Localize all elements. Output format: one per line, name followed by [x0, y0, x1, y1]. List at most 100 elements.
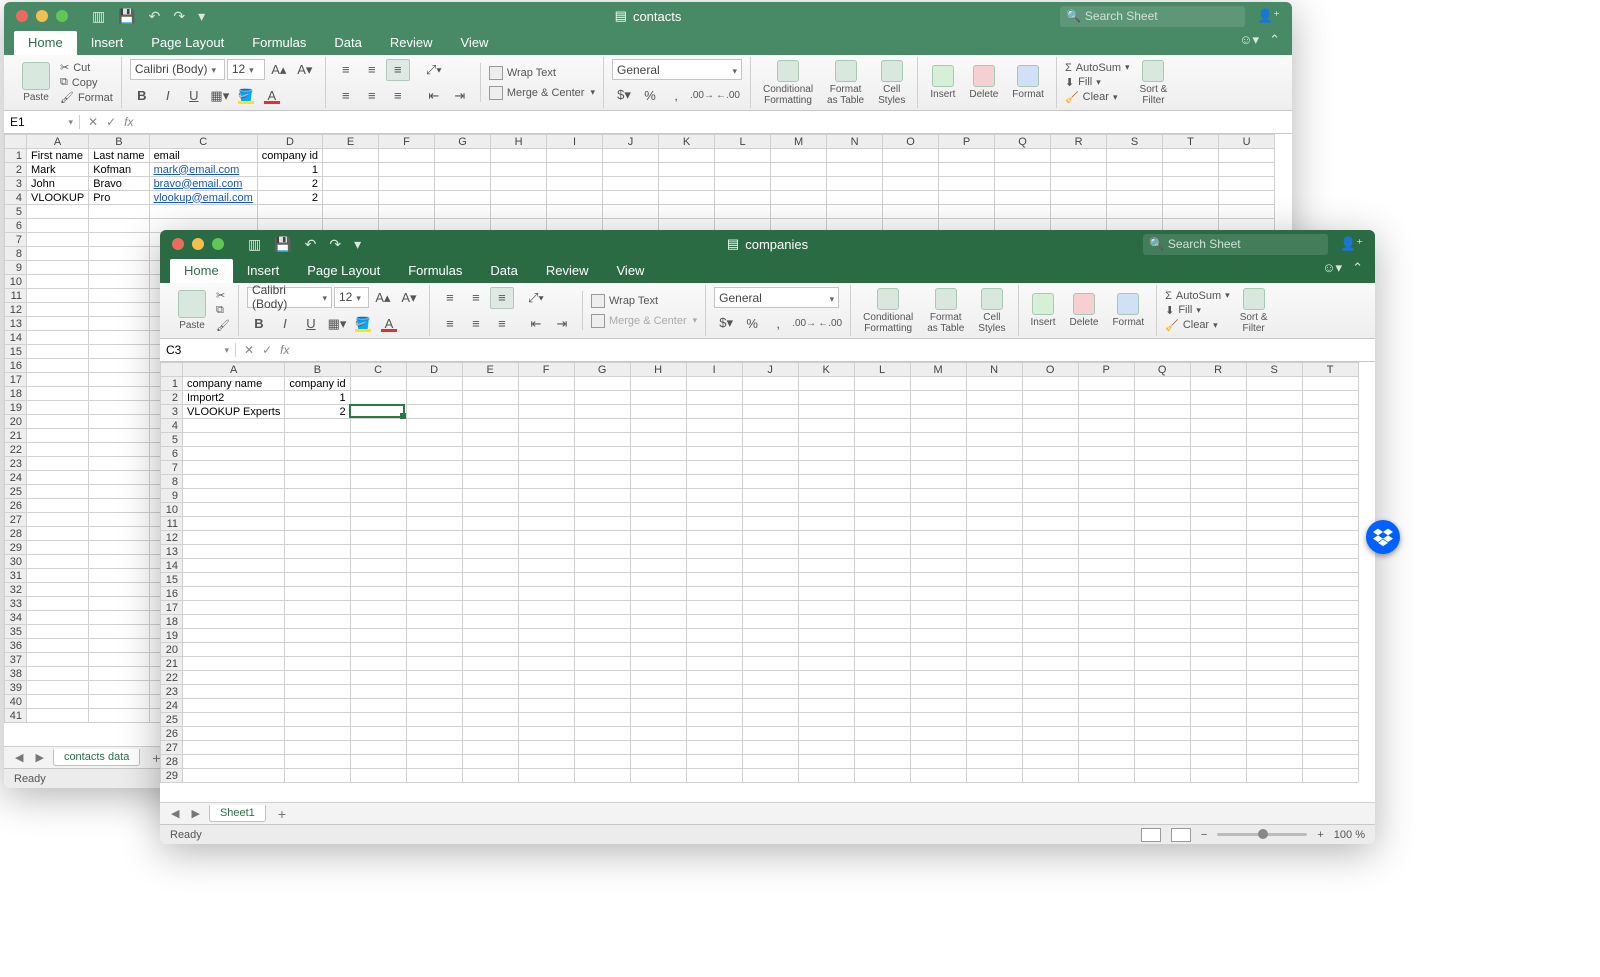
cell[interactable] — [1190, 671, 1246, 685]
cell[interactable] — [742, 587, 798, 601]
column-header[interactable]: D — [406, 363, 462, 377]
cell[interactable] — [27, 485, 89, 499]
cell[interactable] — [1078, 587, 1134, 601]
cell[interactable] — [1246, 391, 1302, 405]
cell[interactable] — [1190, 643, 1246, 657]
cell[interactable] — [350, 433, 406, 447]
cell[interactable] — [854, 573, 910, 587]
column-header[interactable]: O — [883, 135, 939, 149]
cell[interactable] — [1051, 149, 1107, 163]
cell[interactable] — [285, 769, 350, 783]
cell[interactable] — [630, 587, 686, 601]
align-middle-icon[interactable]: ≡ — [464, 287, 488, 309]
cell[interactable] — [686, 559, 742, 573]
row-header[interactable]: 27 — [5, 513, 27, 527]
cell[interactable] — [406, 615, 462, 629]
cell[interactable] — [89, 639, 149, 653]
fill-button[interactable]: ⬇Fill▾ — [1065, 76, 1130, 89]
cell[interactable] — [630, 657, 686, 671]
cell[interactable] — [1022, 727, 1078, 741]
cell[interactable] — [1022, 769, 1078, 783]
cell[interactable] — [518, 517, 574, 531]
cell[interactable] — [910, 699, 966, 713]
cell[interactable] — [966, 657, 1022, 671]
cell[interactable] — [183, 769, 285, 783]
cell[interactable] — [910, 573, 966, 587]
cell[interactable] — [798, 461, 854, 475]
cell[interactable] — [1134, 727, 1190, 741]
tab-data[interactable]: Data — [320, 31, 375, 55]
cell[interactable] — [406, 699, 462, 713]
cell[interactable] — [406, 741, 462, 755]
cell[interactable] — [462, 713, 518, 727]
cell[interactable] — [742, 433, 798, 447]
cell[interactable] — [1219, 163, 1275, 177]
cell[interactable] — [435, 163, 491, 177]
cell[interactable] — [771, 149, 827, 163]
cell[interactable] — [1302, 405, 1358, 419]
cell[interactable] — [798, 377, 854, 391]
cell[interactable] — [910, 727, 966, 741]
cell[interactable] — [798, 741, 854, 755]
cell[interactable] — [742, 405, 798, 419]
cell[interactable] — [1022, 517, 1078, 531]
cell[interactable] — [771, 191, 827, 205]
cell[interactable] — [966, 671, 1022, 685]
cell[interactable] — [574, 601, 630, 615]
delete-button[interactable]: Delete — [965, 63, 1002, 102]
cell[interactable] — [1022, 629, 1078, 643]
cell[interactable] — [630, 489, 686, 503]
cell[interactable] — [854, 517, 910, 531]
cell[interactable] — [686, 391, 742, 405]
cell[interactable] — [742, 727, 798, 741]
tab-page-layout[interactable]: Page Layout — [137, 31, 238, 55]
cell[interactable] — [910, 517, 966, 531]
number-format-select[interactable]: General — [714, 287, 839, 308]
cell[interactable] — [995, 163, 1051, 177]
cell[interactable] — [1134, 419, 1190, 433]
cell[interactable] — [854, 433, 910, 447]
cell[interactable] — [491, 163, 547, 177]
cell[interactable] — [285, 755, 350, 769]
sheet-next-icon[interactable]: ▶ — [32, 751, 46, 764]
cell[interactable] — [1190, 713, 1246, 727]
cell[interactable] — [1190, 433, 1246, 447]
cell[interactable] — [518, 615, 574, 629]
column-header[interactable]: F — [379, 135, 435, 149]
cell[interactable] — [1246, 699, 1302, 713]
cell[interactable] — [1190, 685, 1246, 699]
row-header[interactable]: 22 — [5, 443, 27, 457]
cell[interactable] — [742, 601, 798, 615]
row-header[interactable]: 5 — [161, 433, 183, 447]
cell[interactable] — [183, 475, 285, 489]
column-header[interactable]: K — [659, 135, 715, 149]
cell[interactable] — [771, 177, 827, 191]
cell[interactable] — [406, 531, 462, 545]
cell[interactable] — [285, 741, 350, 755]
bold-button[interactable]: B — [130, 85, 154, 107]
cell[interactable] — [910, 433, 966, 447]
cell[interactable] — [939, 177, 995, 191]
cell[interactable] — [966, 755, 1022, 769]
cell[interactable] — [1246, 727, 1302, 741]
save-icon[interactable]: 💾 — [118, 8, 135, 25]
cell[interactable] — [27, 289, 89, 303]
cell[interactable] — [1190, 587, 1246, 601]
cell[interactable] — [910, 559, 966, 573]
cell[interactable] — [686, 489, 742, 503]
cell[interactable] — [1302, 741, 1358, 755]
sort-filter-button[interactable]: Sort & Filter — [1236, 286, 1272, 336]
cell[interactable] — [27, 471, 89, 485]
cell[interactable] — [1246, 741, 1302, 755]
cell[interactable] — [350, 461, 406, 475]
merge-center-button[interactable]: Merge & Center▾ — [591, 314, 697, 328]
cell[interactable] — [883, 149, 939, 163]
cell[interactable] — [1078, 643, 1134, 657]
cell[interactable] — [1107, 163, 1163, 177]
cell[interactable] — [1190, 741, 1246, 755]
collapse-ribbon-icon[interactable]: ⌃ — [1269, 32, 1280, 48]
column-header[interactable]: S — [1107, 135, 1163, 149]
cell[interactable] — [1246, 769, 1302, 783]
column-header[interactable]: B — [285, 363, 350, 377]
cell[interactable] — [1302, 433, 1358, 447]
